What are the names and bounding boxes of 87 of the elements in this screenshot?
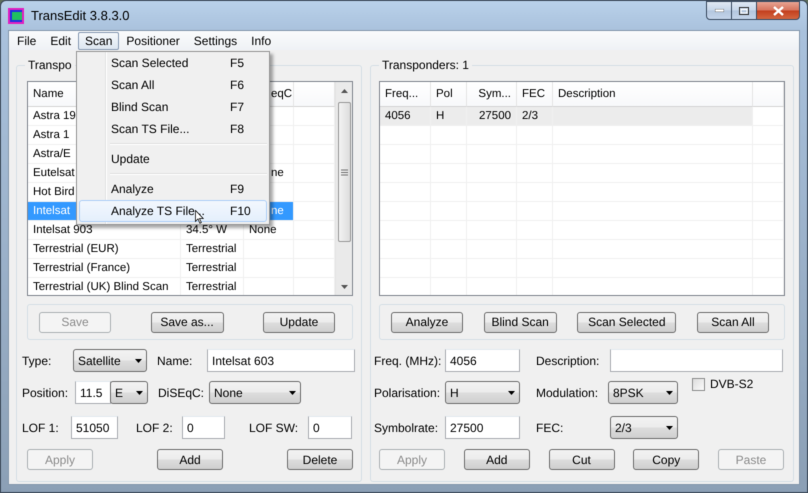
dropdown[interactable]: None bbox=[209, 381, 301, 404]
table-cell[interactable]: Terrestrial (EUR) bbox=[28, 240, 181, 259]
field-label: Freq. (MHz): bbox=[374, 352, 442, 370]
input-field[interactable]: Intelsat 603 bbox=[207, 349, 355, 372]
table-cell: Terrestrial bbox=[181, 278, 244, 295]
app-icon bbox=[8, 8, 24, 24]
field-label: LOF SW: bbox=[249, 420, 300, 436]
input-field[interactable]: 4056 bbox=[445, 349, 520, 372]
dropdown[interactable]: 2/3 bbox=[610, 416, 678, 439]
column-header: Pol bbox=[431, 82, 467, 107]
action-button[interactable]: Update bbox=[263, 312, 335, 332]
dropdown[interactable]: 8PSK bbox=[608, 381, 678, 404]
input-field[interactable]: 51050 bbox=[71, 416, 118, 439]
column-header: Description bbox=[553, 82, 753, 107]
field-label: LOF 2: bbox=[136, 420, 174, 436]
column-header bbox=[294, 82, 335, 107]
close-button[interactable] bbox=[757, 1, 800, 20]
field-label: LOF 1: bbox=[22, 420, 60, 436]
action-button[interactable]: Blind Scan bbox=[484, 312, 557, 332]
table-cell: 27500 bbox=[467, 107, 517, 126]
field-label: FEC: bbox=[536, 420, 564, 436]
window-title: TransEdit 3.8.3.0 bbox=[31, 8, 130, 23]
input-field[interactable]: 11.5 bbox=[75, 381, 111, 404]
scrollbar[interactable] bbox=[335, 82, 352, 295]
field-label: Position: bbox=[22, 384, 70, 402]
action-button[interactable]: Scan Selected bbox=[577, 312, 676, 332]
maximize-button[interactable] bbox=[732, 1, 757, 20]
menu-bar-item[interactable]: Settings bbox=[186, 32, 244, 50]
scroll-up-icon[interactable] bbox=[340, 88, 348, 92]
field-label: Modulation: bbox=[536, 384, 600, 402]
caret-icon bbox=[289, 390, 296, 394]
field-label: Description: bbox=[536, 352, 600, 370]
table-cell[interactable]: Terrestrial (UK) Blind Scan bbox=[28, 278, 181, 295]
table-cell: H bbox=[431, 107, 467, 126]
menu-item[interactable]: Scan Selected F5 bbox=[79, 52, 267, 74]
dropdown[interactable]: Satellite bbox=[73, 349, 147, 372]
action-button[interactable]: Delete bbox=[287, 449, 353, 470]
input-field[interactable]: 0 bbox=[308, 416, 352, 439]
table-cell[interactable]: 4056 bbox=[380, 107, 431, 126]
dropdown[interactable]: H bbox=[445, 381, 520, 404]
checkbox-label: DVB-S2 bbox=[710, 377, 754, 391]
minimize-button[interactable] bbox=[706, 1, 732, 20]
menu-bar-item[interactable]: Info bbox=[244, 32, 278, 50]
caret-icon bbox=[135, 358, 142, 362]
field-label: Polarisation: bbox=[374, 384, 442, 402]
grip-icon bbox=[340, 168, 348, 176]
column-header: FEC bbox=[517, 82, 553, 107]
caret-icon bbox=[666, 426, 673, 430]
field-label: Type: bbox=[22, 352, 52, 370]
action-button[interactable]: Scan All bbox=[696, 312, 769, 332]
menu-bar-item[interactable]: Edit bbox=[43, 32, 78, 50]
table-cell: 2/3 bbox=[517, 107, 553, 126]
table-cell: Terrestrial bbox=[181, 259, 244, 278]
caret-icon bbox=[508, 390, 515, 394]
table-cell: Terrestrial bbox=[181, 240, 244, 259]
table-cell bbox=[753, 107, 784, 126]
group-title: Transponders: 1 bbox=[379, 58, 472, 72]
caret-icon bbox=[666, 390, 673, 394]
menu-bar-item[interactable]: Scan bbox=[78, 32, 120, 50]
action-button[interactable]: Save as... bbox=[150, 312, 224, 332]
action-button[interactable]: Add bbox=[464, 449, 530, 470]
column-header: Freq... bbox=[380, 82, 431, 107]
dropdown[interactable]: E bbox=[110, 381, 148, 404]
checkbox[interactable] bbox=[692, 378, 705, 390]
menu-bar-item[interactable]: File bbox=[10, 32, 44, 50]
menu-item[interactable]: Scan TS File... F8 bbox=[79, 118, 267, 140]
caret-icon bbox=[136, 390, 143, 394]
input-field[interactable]: 27500 bbox=[445, 416, 520, 439]
field-label: Name: bbox=[157, 352, 194, 370]
action-button[interactable]: Cut bbox=[548, 449, 614, 470]
action-button[interactable]: Analyze bbox=[391, 312, 463, 332]
column-header bbox=[753, 82, 784, 107]
menu-bar-item[interactable]: Positioner bbox=[119, 32, 187, 50]
column-header: Sym... bbox=[467, 82, 517, 107]
table-cell[interactable]: Terrestrial (France) bbox=[28, 259, 181, 278]
action-button[interactable]: Copy bbox=[633, 449, 700, 470]
scroll-down-icon[interactable] bbox=[340, 284, 348, 288]
close-icon bbox=[772, 6, 784, 16]
group-title: Transpo bbox=[25, 58, 75, 72]
field-label: DiSEqC: bbox=[158, 384, 206, 402]
field-label: Symbolrate: bbox=[374, 420, 440, 436]
input-field[interactable] bbox=[610, 349, 783, 372]
action-button[interactable]: Add bbox=[157, 449, 223, 470]
maximize-icon bbox=[739, 6, 749, 14]
input-field[interactable]: 0 bbox=[182, 416, 225, 439]
minimize-icon bbox=[714, 9, 724, 12]
menu-item[interactable]: Analyze TS File... F10 bbox=[79, 200, 267, 222]
